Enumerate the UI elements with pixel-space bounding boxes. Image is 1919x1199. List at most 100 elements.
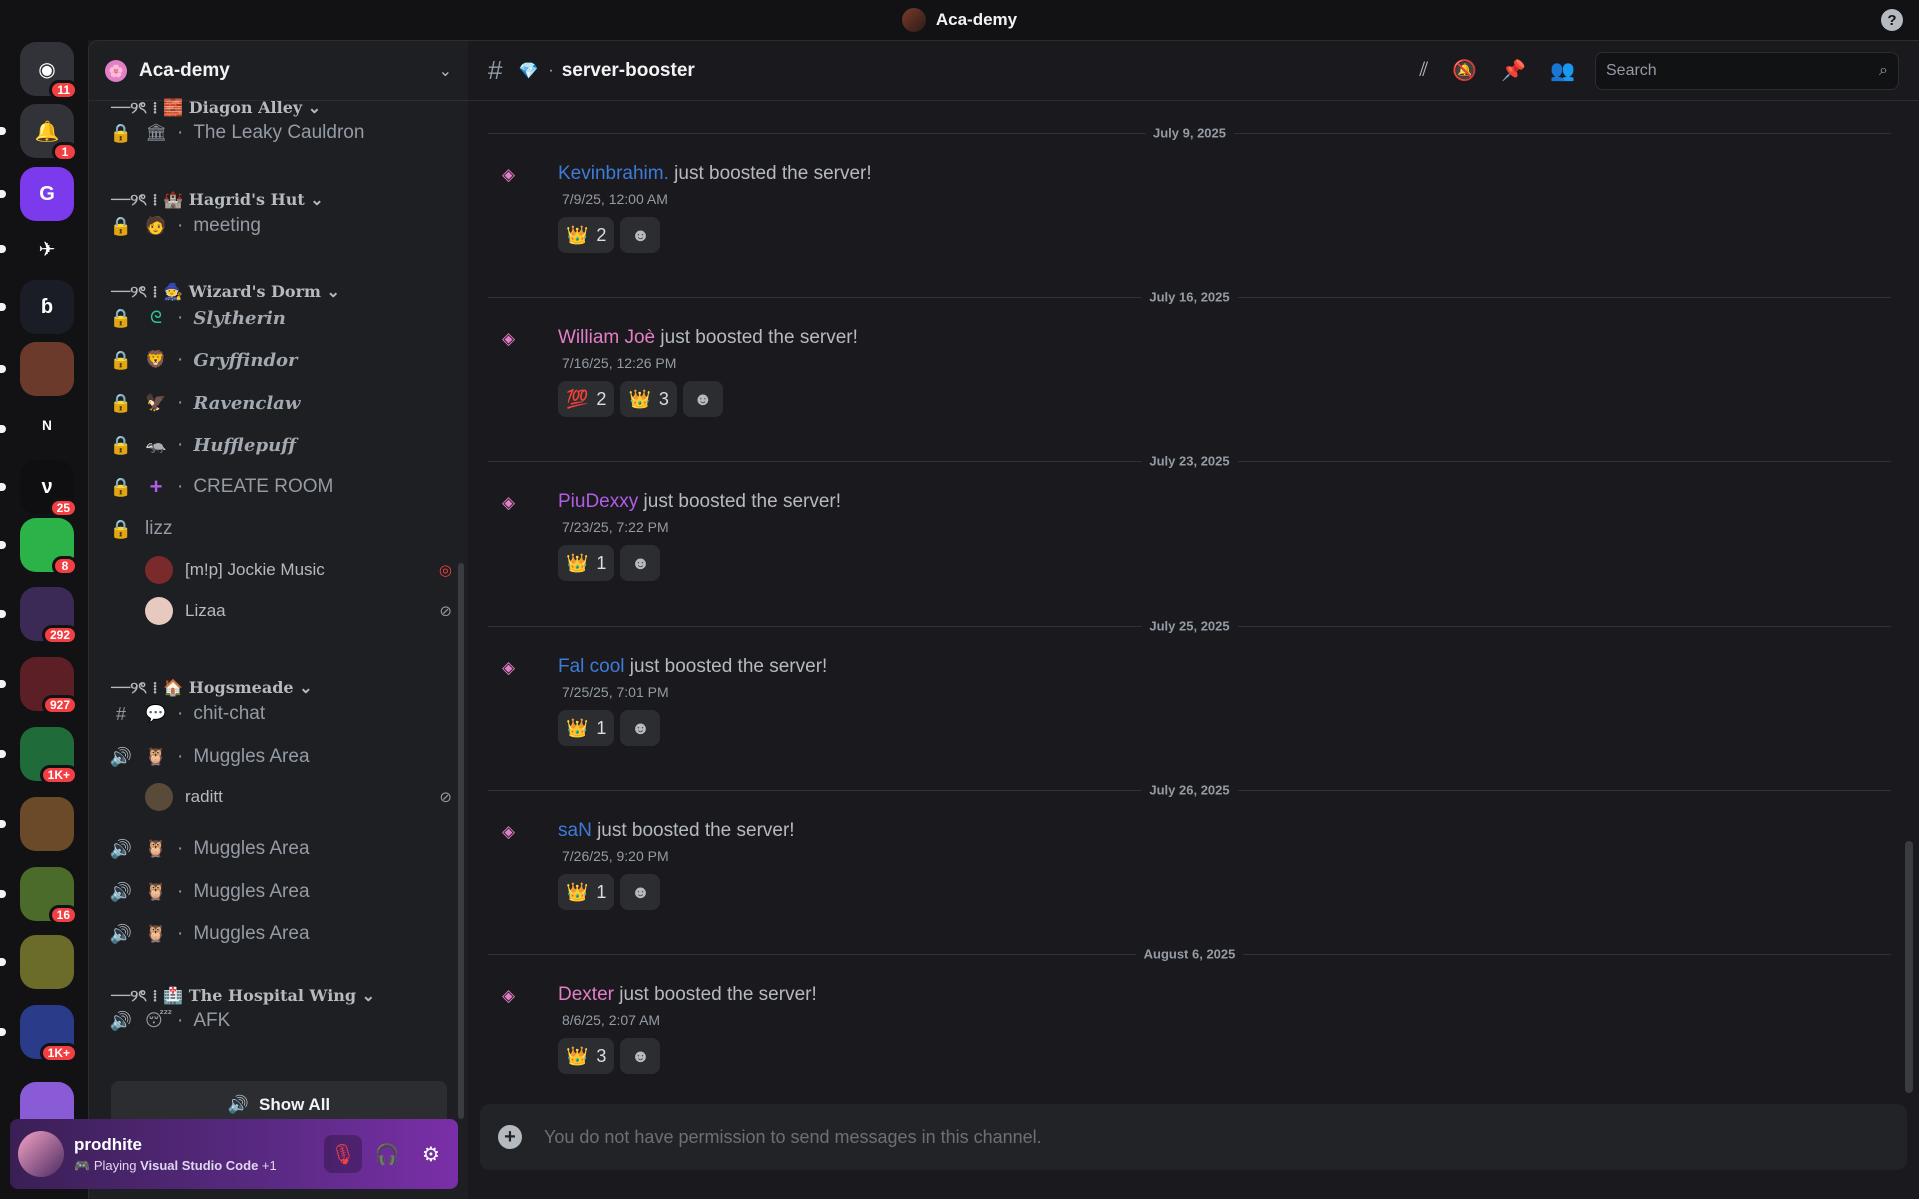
boost-message[interactable]: ◈ Kevinbrahim. just boosted the server! 7/…	[488, 163, 1891, 273]
server-icon-server-folder-2[interactable]: 927	[20, 657, 78, 715]
channel-leaky-cauldron[interactable]: 🔒 🏛 · The Leaky Cauldron	[109, 114, 452, 152]
channel-muggles-area-4[interactable]: 🔊 🦉 · Muggles Area	[109, 915, 452, 953]
message-author[interactable]: saN	[558, 820, 592, 841]
channel-ravenclaw[interactable]: 🔒 🦅 · Ravenclaw	[109, 384, 452, 422]
add-reaction-icon[interactable]: ☻	[620, 545, 661, 581]
reactions: 👑 1 ☻	[558, 874, 661, 910]
message-line: William Joè just boosted the server!	[558, 327, 858, 349]
reaction-button[interactable]: 💯 2	[558, 381, 615, 417]
guild-header[interactable]: 🌸 Aca-demy ⌄	[89, 41, 468, 101]
unread-badge: 16	[48, 905, 78, 925]
channel-label: CREATE ROOM	[193, 476, 334, 497]
voice-user-raditt[interactable]: raditt ⊘	[145, 779, 452, 815]
message-author[interactable]: Fal cool	[558, 656, 625, 677]
search-input[interactable]: Search ⌕	[1595, 51, 1899, 90]
user-panel[interactable]: prodhite 🎮 Playing Visual Studio Code +1…	[10, 1119, 458, 1189]
mic-muted-icon: ⊘	[439, 789, 452, 806]
channel-sidebar: 🌸 Aca-demy ⌄ ──୨ৎ ⁞ 🧱 Diagon Alley ⌄ 🔒 🏛 ·…	[88, 40, 468, 1199]
reactions: 💯 2 👑 3 ☻	[558, 381, 723, 417]
reaction-emoji: 👑	[566, 224, 589, 245]
channel-muggles-area-1[interactable]: 🔊 🦉 · Muggles Area	[109, 738, 452, 776]
reaction-button[interactable]: 👑 1	[558, 710, 615, 746]
channel-afk[interactable]: 🔊 😴 · AFK	[109, 1002, 452, 1040]
message-author[interactable]: William Joè	[558, 327, 655, 348]
channel-gryffindor[interactable]: 🔒 🦁 · Gryffindor	[109, 341, 452, 379]
mute-mic-button[interactable]: 🎙	[324, 1135, 362, 1173]
server-icon-server-findsky[interactable]: ✈	[20, 222, 74, 276]
user-avatar[interactable]	[18, 1131, 64, 1177]
server-icon-server-avatar[interactable]: 8	[20, 518, 78, 576]
server-icon-server-portrait[interactable]	[20, 342, 74, 396]
date-divider: August 6, 2025	[488, 946, 1891, 962]
deafen-button[interactable]: 🎧	[368, 1135, 406, 1173]
chat-scrollbar[interactable]	[1905, 841, 1913, 1093]
threads-icon[interactable]: ⫽	[1419, 59, 1428, 82]
unread-pill	[0, 425, 6, 433]
boost-message[interactable]: ◈ PiuDexxy just boosted the server! 7/23/2…	[488, 491, 1891, 601]
boost-message[interactable]: ◈ Fal cool just boosted the server! 7/25/2…	[488, 656, 1891, 766]
channel-muggles-area-3[interactable]: 🔊 🦉 · Muggles Area	[109, 873, 452, 911]
server-icon-server-folder-7[interactable]: 1K+	[20, 1005, 78, 1063]
members-icon[interactable]: 👥	[1550, 58, 1575, 83]
channel-meeting[interactable]: 🔒 🧑 · meeting	[109, 207, 452, 245]
add-reaction-icon[interactable]: ☻	[620, 1038, 661, 1074]
date-divider: July 9, 2025	[488, 125, 1891, 141]
reaction-count: 2	[596, 224, 607, 245]
channel-label: Muggles Area	[193, 923, 310, 944]
server-icon-server-folder-4[interactable]	[20, 797, 74, 851]
voice-user-jockie[interactable]: [m!p] Jockie Music ◎	[145, 552, 452, 588]
add-reaction-icon[interactable]: ☻	[620, 710, 661, 746]
reaction-emoji: 👑	[566, 552, 589, 573]
channel-slytherin[interactable]: 🔒 ᘓ · Slytherin	[109, 299, 452, 337]
unread-badge: 292	[41, 625, 78, 645]
unread-badge: 25	[48, 498, 78, 518]
channel-lizz[interactable]: 🔒 lizz	[109, 510, 452, 548]
user-status: 🎮 Playing Visual Studio Code +1	[74, 1157, 277, 1173]
reaction-button[interactable]: 👑 1	[558, 874, 615, 910]
channel-muggles-area-2[interactable]: 🔊 🦉 · Muggles Area	[109, 830, 452, 868]
server-icon-server-ninja[interactable]: ᴺ	[20, 402, 74, 456]
reaction-button[interactable]: 👑 3	[620, 381, 677, 417]
message-author[interactable]: Kevinbrahim.	[558, 163, 669, 184]
channel-hufflepuff[interactable]: 🔒 🦡 · Hufflepuff	[109, 426, 452, 464]
server-icon-server-folder-1[interactable]: 292	[20, 587, 78, 645]
message-author[interactable]: PiuDexxy	[558, 491, 638, 512]
avatar	[145, 783, 173, 811]
help-icon[interactable]: ?	[1881, 9, 1903, 31]
voice-user-lizaa[interactable]: Lizaa ⊘	[145, 593, 452, 629]
boost-message[interactable]: ◈ saN just boosted the server! 7/26/25, 9:…	[488, 820, 1891, 930]
boost-message[interactable]: ◈ William Joè just boosted the server! 7/1…	[488, 327, 1891, 437]
pin-icon[interactable]: 📌	[1501, 58, 1526, 83]
channel-chit-chat[interactable]: # 💬 · chit-chat	[109, 695, 452, 733]
avatar	[145, 597, 173, 625]
boost-message[interactable]: ◈ Dexter just boosted the server! 8/6/25, …	[488, 984, 1891, 1094]
server-icon-server-folder-5[interactable]: 16	[20, 867, 78, 925]
message-author[interactable]: Dexter	[558, 984, 614, 1005]
speaker-icon: 🔊	[109, 923, 133, 944]
channel-label: Ravenclaw	[193, 392, 301, 414]
server-icon-server-folder-3[interactable]: 1K+	[20, 727, 78, 785]
unread-pill	[0, 483, 6, 491]
add-reaction-icon[interactable]: ☻	[620, 217, 661, 253]
channel-create-room[interactable]: 🔒 + · CREATE ROOM	[109, 468, 452, 506]
server-icon-discord-home[interactable]: ◉ 11	[20, 42, 78, 100]
unread-pill	[0, 890, 6, 898]
server-icon-server-v[interactable]: ν 25	[20, 460, 78, 518]
voice-user-name: Lizaa	[185, 601, 226, 620]
add-reaction-icon[interactable]: ☻	[682, 381, 723, 417]
server-icon-notifications[interactable]: 🔔 1	[20, 104, 78, 162]
reaction-button[interactable]: 👑 1	[558, 545, 615, 581]
settings-button[interactable]: ⚙	[412, 1135, 450, 1173]
reaction-button[interactable]: 👑 2	[558, 217, 615, 253]
unread-badge: 1K+	[39, 765, 78, 785]
sidebar-scrollbar[interactable]	[458, 563, 464, 1119]
unread-badge: 1K+	[39, 1043, 78, 1063]
server-icon-server-g[interactable]: G	[20, 167, 74, 221]
reaction-button[interactable]: 👑 3	[558, 1038, 615, 1074]
server-icon-server-folder-6[interactable]	[20, 935, 74, 989]
add-reaction-icon[interactable]: ☻	[620, 874, 661, 910]
notification-bell-muted-icon[interactable]: 🔕	[1452, 58, 1477, 83]
server-icon-server-b[interactable]: ɓ	[20, 280, 74, 334]
channel-label: The Leaky Cauldron	[193, 122, 365, 143]
date-divider: July 16, 2025	[488, 289, 1891, 305]
